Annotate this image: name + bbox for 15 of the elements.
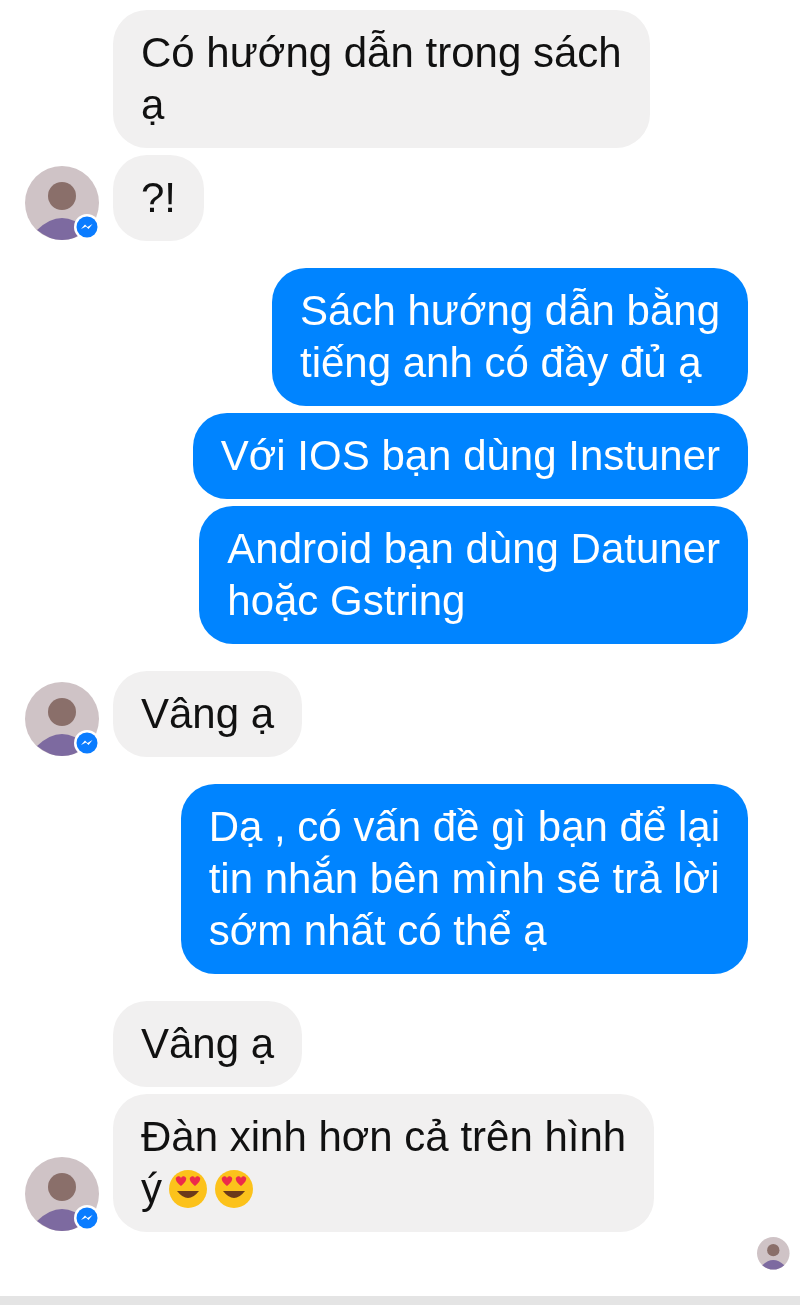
- message-text: Với IOS bạn dùng Instuner: [220, 432, 720, 479]
- messenger-badge-icon: [74, 730, 100, 756]
- messenger-badge-icon: [74, 1205, 100, 1231]
- message-text: Có hướng dẫn trong sách ạ: [141, 29, 622, 128]
- message-text: Android bạn dùng Datuner hoặc Gstring: [227, 525, 720, 624]
- message-text: ý: [141, 1165, 162, 1212]
- message-text: Vâng ạ: [141, 690, 275, 737]
- message-text: Sách hướng dẫn bằng tiếng anh có đầy đủ ạ: [300, 287, 720, 386]
- message-text: ?!: [141, 174, 177, 221]
- message-text: Vâng ạ: [141, 1020, 275, 1067]
- heart-eyes-emoji-icon: [168, 1169, 208, 1209]
- message-text: Dạ , có vấn đề gì bạn để lại tin nhắn bên mình sẽ trả lời sớm nhất có thể ạ: [208, 803, 720, 954]
- messenger-badge-icon: [74, 214, 100, 240]
- message-text: Đàn xinh hơn cả trên hình: [141, 1112, 627, 1162]
- heart-eyes-emoji-icon: [214, 1169, 254, 1209]
